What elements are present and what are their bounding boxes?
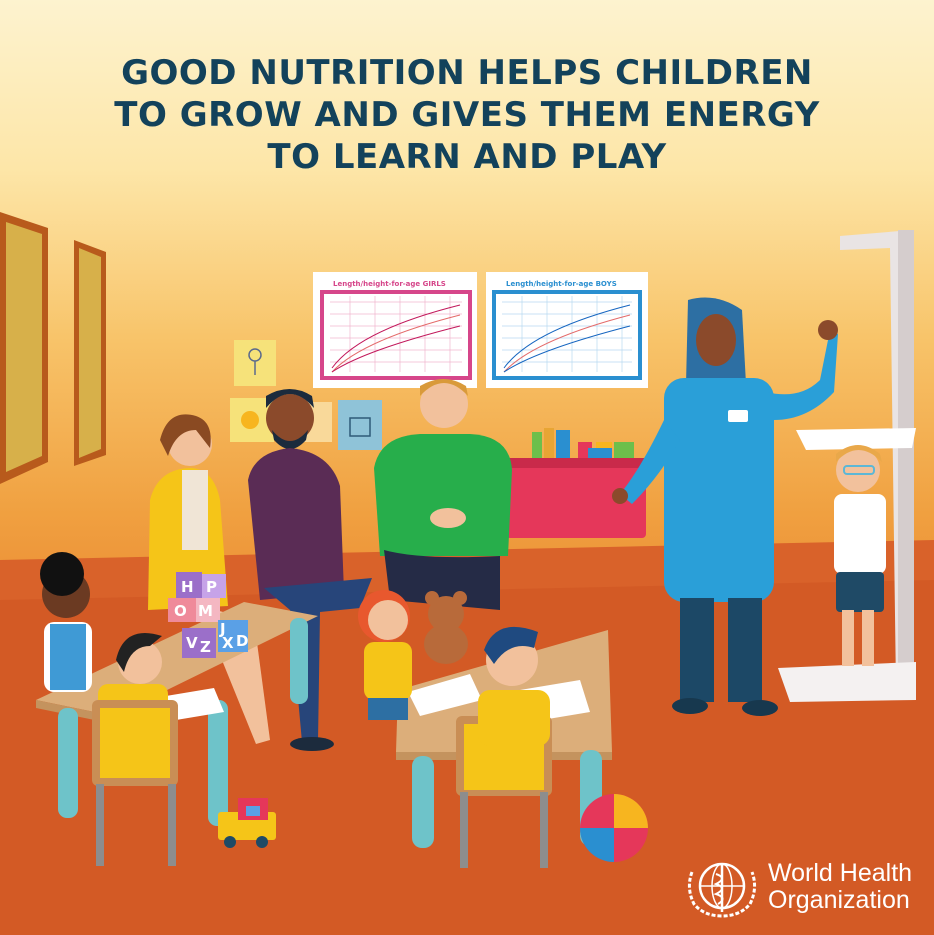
block-letter-mid-1: O — [174, 602, 187, 620]
headline-line-3: TO LEARN AND PLAY — [267, 137, 667, 177]
man-green-sweater — [374, 379, 512, 610]
boys-chart-title: Length/height-for-age BOYS — [506, 280, 617, 288]
block-letter-bottom-4: X — [222, 634, 234, 652]
who-logo: World Health Organization — [684, 854, 924, 918]
headline-line-2: TO GROW AND GIVES THEM ENERGY — [114, 95, 820, 135]
block-letter-bottom-1: V — [186, 634, 198, 652]
growth-chart-boys: Length/height-for-age BOYS — [486, 272, 648, 388]
block-letter-mid-2: M — [198, 602, 213, 620]
block-letter-top-2: P — [206, 578, 217, 596]
headline-line-1: GOOD NUTRITION HELPS CHILDREN — [121, 53, 813, 93]
poster: Length/height-for-age GIRLS Length/heigh… — [0, 0, 934, 935]
toy-cabinet — [506, 428, 646, 538]
beach-ball — [580, 794, 648, 862]
growth-chart-girls: Length/height-for-age GIRLS — [313, 272, 477, 388]
headline: GOOD NUTRITION HELPS CHILDREN TO GROW AN… — [0, 52, 934, 178]
girls-chart-title: Length/height-for-age GIRLS — [333, 280, 446, 288]
block-letter-top-1: H — [181, 578, 194, 596]
who-emblem-icon — [687, 862, 757, 918]
block-letter-bottom-5: D — [236, 632, 248, 650]
left-window — [0, 212, 106, 484]
block-letter-bottom-2: Z — [200, 638, 211, 656]
who-name: World Health Organization — [768, 860, 912, 914]
who-name-line-2: Organization — [768, 886, 910, 914]
who-name-line-1: World Health — [768, 859, 913, 887]
